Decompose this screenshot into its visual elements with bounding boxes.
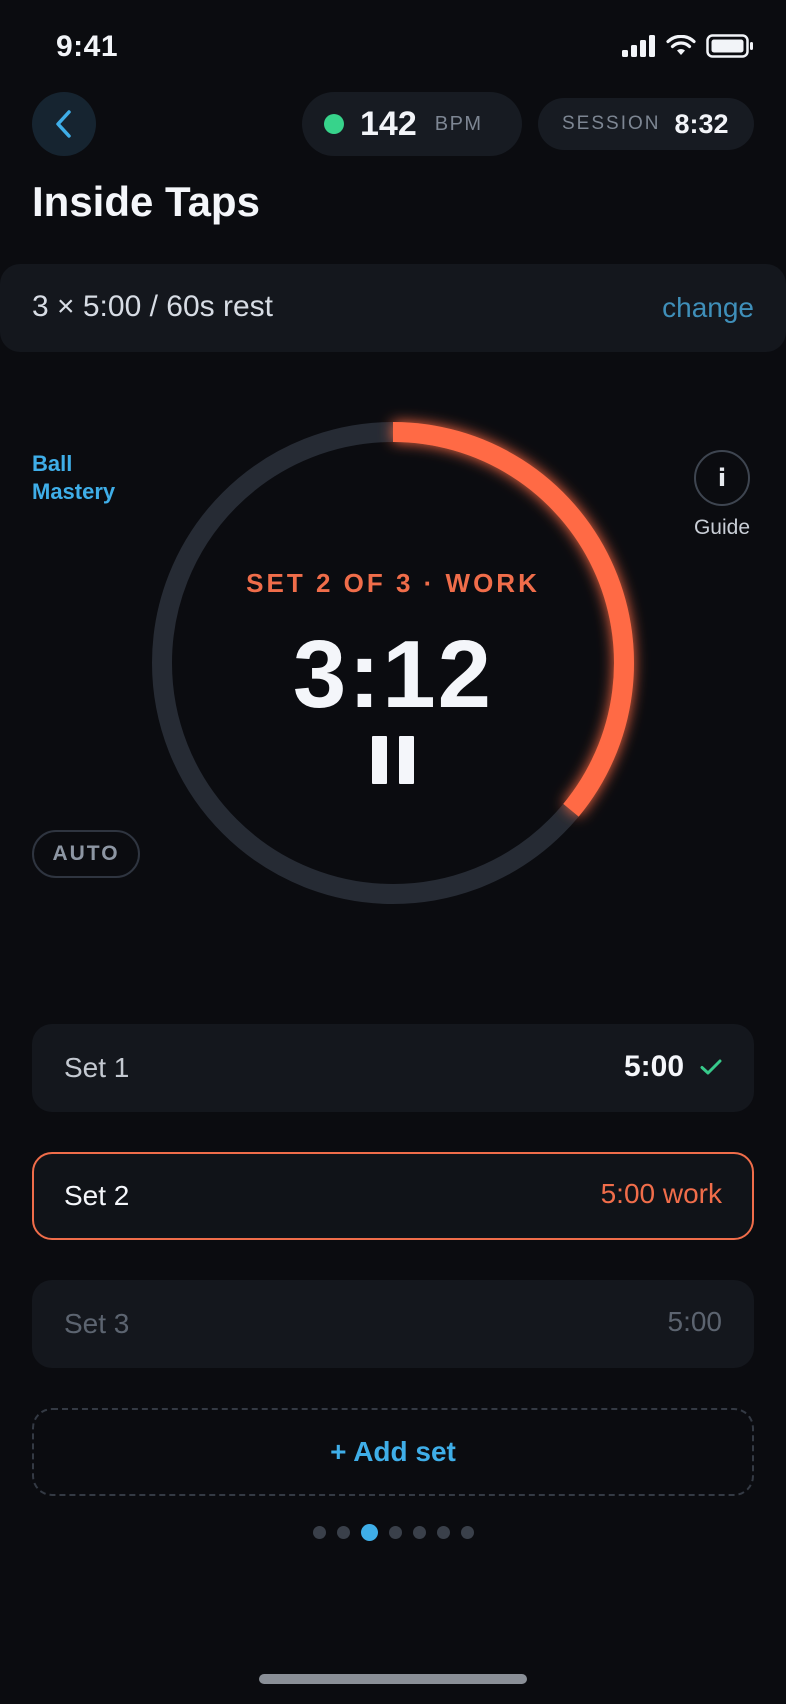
heart-rate-status-dot [324,114,344,134]
pause-button[interactable] [372,736,414,784]
checkmark-icon [700,1059,722,1075]
drill-category-line-1: Ball [32,451,73,476]
signal-icon [622,35,655,57]
set-phase-label: SET 2 OF 3 · WORK [246,568,540,598]
battery-icon [706,34,753,58]
pause-icon-bar-right [399,736,414,784]
page-dot[interactable] [336,1526,350,1539]
change-config-link[interactable]: change [662,292,754,324]
heart-rate-pill[interactable]: 142 BPM [302,92,522,156]
interval-config-text: 3 × 5:00 / 60s rest [32,290,273,323]
wifi-icon [666,35,696,55]
page-dot[interactable] [388,1526,402,1539]
set-row-label: Set 2 [64,1180,130,1211]
page-dot[interactable] [460,1526,474,1539]
status-time: 9:41 [56,30,119,63]
page-dot[interactable] [312,1526,326,1539]
set-row-3[interactable]: Set 3 5:00 [32,1280,754,1368]
add-set-button[interactable]: + Add set [32,1408,754,1496]
info-icon: i [717,464,727,492]
status-bar: 9:41 [0,0,786,90]
set-row-label: Set 3 [64,1308,130,1339]
session-label: SESSION [562,113,661,134]
set-row-1[interactable]: Set 1 5:00 [32,1024,754,1112]
page-title: Inside Taps [32,178,260,225]
interval-config-bar: 3 × 5:00 / 60s rest change [0,264,786,352]
page-indicator [0,1524,786,1541]
set-row-label: Set 1 [64,1052,130,1083]
auto-toggle[interactable]: AUTO [32,830,140,878]
page-dot[interactable] [436,1526,450,1539]
guide-label[interactable]: Guide [672,516,772,540]
home-indicator[interactable] [259,1674,527,1684]
set-row-duration: 5:00 [667,1306,723,1337]
page-dot-active[interactable] [360,1524,378,1541]
drill-category-line-2: Mastery [32,479,116,504]
session-time: 8:32 [674,108,729,139]
set-row-duration: 5:00 work [600,1178,722,1209]
guide-info-button[interactable]: i [694,450,750,506]
set-row-duration: 5:00 [623,1050,684,1083]
set-row-2-active[interactable]: Set 2 5:00 work [32,1152,754,1240]
countdown-display: 3:12 [292,621,494,728]
session-timer-pill: SESSION 8:32 [538,98,754,150]
chevron-left-icon [56,110,71,138]
back-button[interactable] [32,92,96,156]
page-dot[interactable] [412,1526,426,1539]
set-row-meta: 5:00 [624,1050,722,1084]
status-icons [622,34,754,58]
pause-icon-bar-left [372,736,387,784]
drill-category[interactable]: Ball Mastery [32,450,115,506]
heart-rate-value: 142 [360,104,417,143]
heart-rate-unit: BPM [434,112,483,135]
